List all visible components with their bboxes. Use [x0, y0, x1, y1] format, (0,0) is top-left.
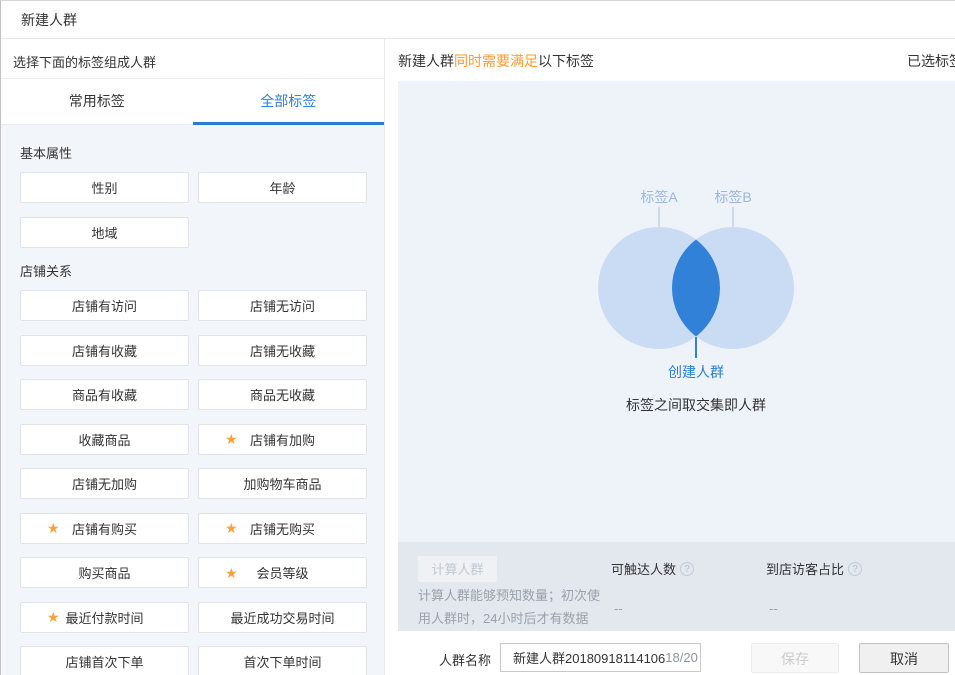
- tag-button[interactable]: 店铺有购买: [20, 513, 189, 544]
- tag-label: 店铺无访问: [250, 296, 315, 315]
- store-visitor-ratio-text: 到店访客占比: [766, 559, 844, 578]
- star-icon: [225, 566, 238, 580]
- tag-button[interactable]: 店铺无购买: [198, 513, 367, 544]
- tag-label: 年龄: [269, 178, 295, 197]
- calc-note-line2: 用人群时，24小时后才有数据: [418, 608, 588, 627]
- tag-label: 商品有收藏: [72, 385, 137, 404]
- tag-select-instruction: 选择下面的标签组成人群: [13, 52, 156, 71]
- tag-button-age[interactable]: 年龄: [198, 172, 367, 203]
- tag-label: 店铺无加购: [72, 474, 137, 493]
- tag-button[interactable]: 店铺无加购: [20, 468, 189, 499]
- tag-button[interactable]: 收藏商品: [20, 424, 189, 455]
- tag-label: 店铺首次下单: [65, 652, 143, 671]
- tag-label: 首次下单时间: [243, 652, 321, 671]
- tag-button[interactable]: 加购物车商品: [198, 468, 367, 499]
- star-icon: [225, 521, 238, 535]
- calculate-audience-button[interactable]: 计算人群: [418, 556, 497, 582]
- tag-button[interactable]: 店铺有收藏: [20, 335, 189, 366]
- cancel-button[interactable]: 取消: [859, 643, 949, 673]
- tag-button-region[interactable]: 地域: [20, 217, 189, 248]
- tag-button[interactable]: 店铺无访问: [198, 290, 367, 321]
- calc-note-line1: 计算人群能够预知数量；初次使: [418, 585, 600, 604]
- tag-label: 收藏商品: [78, 430, 130, 449]
- tag-label: 购买商品: [78, 563, 130, 582]
- tag-label: 最近成功交易时间: [230, 608, 334, 627]
- stats-bar: 计算人群 计算人群能够预知数量；初次使 用人群时，24小时后才有数据 可触达人数…: [398, 542, 955, 631]
- dialog-title-bar: 新建人群: [1, 1, 955, 39]
- reachable-count-text: 可触达人数: [611, 559, 676, 578]
- tag-button[interactable]: 首次下单时间: [198, 646, 367, 675]
- create-audience-dialog: 新建人群 选择下面的标签组成人群 常用标签 全部标签 基本属性 性别 年龄 地域…: [0, 0, 955, 675]
- tag-label: 店铺有访问: [72, 296, 137, 315]
- venn-tag-a-label: 标签A: [640, 187, 677, 207]
- header-suffix: 以下标签: [538, 53, 594, 69]
- star-icon: [225, 432, 238, 446]
- save-button[interactable]: 保存: [751, 643, 839, 673]
- venn-diagram: [398, 81, 955, 542]
- tag-button[interactable]: 店铺有访问: [20, 290, 189, 321]
- tag-label: 会员等级: [256, 563, 308, 582]
- tag-button[interactable]: 商品有收藏: [20, 379, 189, 410]
- shop-tags-grid: 店铺有访问 店铺无访问 店铺有收藏 店铺无收藏 商品有收藏 商品无收藏 收藏商品…: [20, 290, 367, 675]
- tab-all-tags[interactable]: 全部标签: [193, 79, 385, 124]
- tag-label: 加购物车商品: [243, 474, 321, 493]
- panel-divider: [384, 39, 385, 675]
- tag-button[interactable]: 店铺首次下单: [20, 646, 189, 675]
- tag-button[interactable]: 购买商品: [20, 557, 189, 588]
- tag-label: 店铺无购买: [250, 519, 315, 538]
- venn-tag-b-label: 标签B: [714, 187, 751, 207]
- tag-label: 店铺有购买: [72, 519, 137, 538]
- audience-name-label: 人群名称: [439, 650, 491, 669]
- char-counter: 18/20: [665, 650, 707, 665]
- reachable-count-value: --: [614, 601, 623, 616]
- condition-header: 新建人群同时需要满足以下标签: [398, 51, 594, 71]
- header-prefix: 新建人群: [398, 53, 454, 69]
- tag-label: 地域: [91, 223, 117, 242]
- tag-tabs: 常用标签 全部标签: [1, 78, 384, 125]
- section-basic-attributes: 基本属性: [20, 143, 72, 162]
- tag-button[interactable]: 最近成功交易时间: [198, 602, 367, 633]
- tag-button[interactable]: 商品无收藏: [198, 379, 367, 410]
- tag-button[interactable]: 店铺有加购: [198, 424, 367, 455]
- star-icon: [47, 521, 60, 535]
- dialog-title: 新建人群: [21, 1, 77, 39]
- tag-label: 店铺无收藏: [250, 341, 315, 360]
- tag-button[interactable]: 会员等级: [198, 557, 367, 588]
- tag-button-gender[interactable]: 性别: [20, 172, 189, 203]
- tag-label: 商品无收藏: [250, 385, 315, 404]
- tag-label: 店铺有收藏: [72, 341, 137, 360]
- venn-caption: 标签之间取交集即人群: [626, 395, 766, 415]
- section-shop-relation: 店铺关系: [20, 261, 72, 280]
- tab-common-tags[interactable]: 常用标签: [1, 79, 193, 124]
- tag-button[interactable]: 店铺无收藏: [198, 335, 367, 366]
- tag-label: 性别: [91, 178, 117, 197]
- venn-diagram-area: 标签A 标签B 创建人群 标签之间取交集即人群: [398, 81, 955, 542]
- store-visitor-ratio-label: 到店访客占比: [766, 559, 862, 578]
- audience-name-input[interactable]: 新建人群20180918114106 18/20: [500, 643, 701, 672]
- store-visitor-ratio-value: --: [769, 601, 778, 616]
- selected-tags-link[interactable]: 已选标签: [907, 51, 955, 71]
- help-icon[interactable]: [848, 562, 862, 576]
- star-icon: [47, 610, 60, 624]
- venn-result-label: 创建人群: [668, 362, 724, 382]
- basic-tags-grid: 性别 年龄 地域: [20, 172, 367, 248]
- tag-label: 最近付款时间: [65, 608, 143, 627]
- reachable-count-label: 可触达人数: [611, 559, 694, 578]
- header-highlight: 同时需要满足: [454, 53, 538, 69]
- audience-name-value: 新建人群20180918114106: [501, 648, 665, 667]
- tag-button[interactable]: 最近付款时间: [20, 602, 189, 633]
- help-icon[interactable]: [680, 562, 694, 576]
- tag-label: 店铺有加购: [250, 430, 315, 449]
